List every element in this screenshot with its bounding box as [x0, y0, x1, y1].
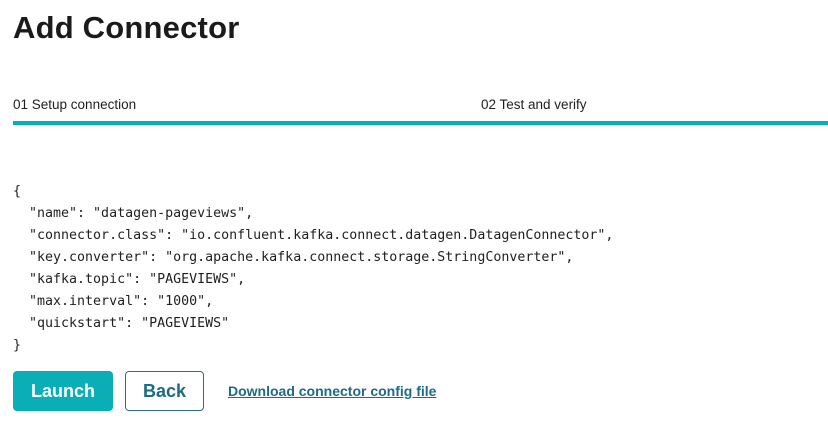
code-line: }: [13, 338, 22, 353]
connector-config-json: { "name": "datagen-pageviews", "connecto…: [13, 181, 613, 357]
stepper: 01 Setup connection 02 Test and verify: [13, 96, 828, 126]
code-line: "connector.class": "io.confluent.kafka.c…: [13, 228, 614, 243]
step-setup-connection: 01 Setup connection: [13, 97, 137, 112]
code-line: "name": "datagen-pageviews",: [13, 206, 254, 221]
code-line: "quickstart": "PAGEVIEWS": [13, 316, 230, 331]
step-test-and-verify: 02 Test and verify: [481, 97, 587, 112]
back-button[interactable]: Back: [125, 371, 204, 411]
code-line: "kafka.topic": "PAGEVIEWS",: [13, 272, 246, 287]
action-bar: Launch Back Download connector config fi…: [13, 371, 436, 411]
step-progress-bar: [13, 121, 828, 125]
code-line: "max.interval": "1000",: [13, 294, 214, 309]
launch-button[interactable]: Launch: [13, 371, 113, 411]
code-line: "key.converter": "org.apache.kafka.conne…: [13, 250, 574, 265]
download-config-link[interactable]: Download connector config file: [228, 383, 436, 399]
page-title: Add Connector: [13, 10, 240, 45]
code-line: {: [13, 184, 22, 199]
